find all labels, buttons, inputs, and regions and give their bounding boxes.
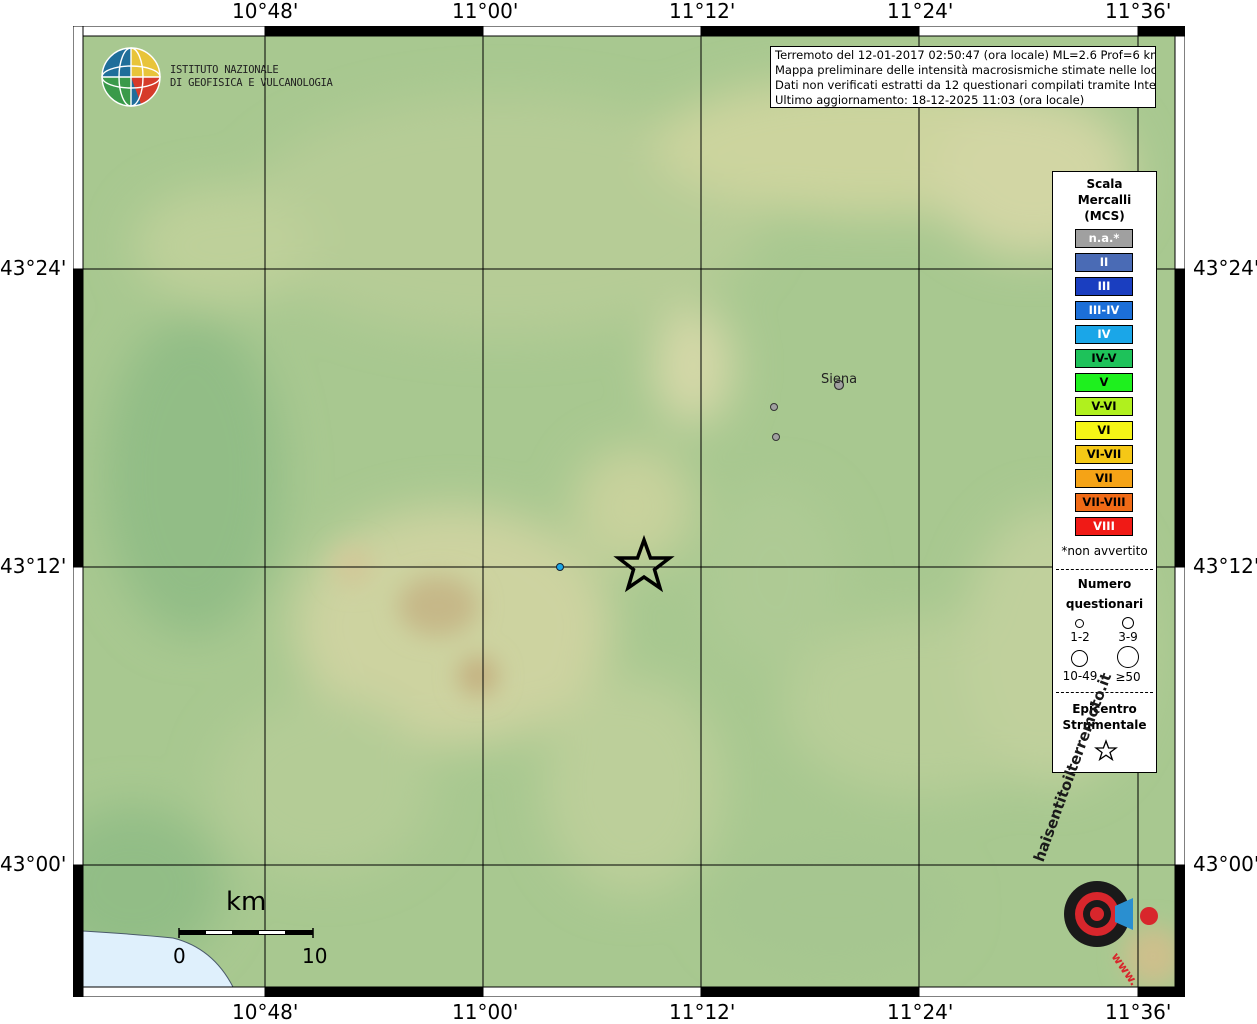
legend-note: *non avvertito <box>1061 544 1148 558</box>
scale-start-label: 0 <box>173 944 186 968</box>
map-svg <box>73 26 1185 997</box>
legend-chip: VI-VII <box>1075 445 1133 464</box>
epicenter-legend-star-icon <box>1094 739 1118 761</box>
legend-chip: VII <box>1075 469 1133 488</box>
y-label-right: 43°24' <box>1193 256 1257 280</box>
size-circle-large <box>1071 650 1088 667</box>
x-label-top: 11°36' <box>1105 0 1172 23</box>
legend-chip: IV-V <box>1075 349 1133 368</box>
size-circle-small <box>1075 619 1084 628</box>
legend-chip: V-VI <box>1075 397 1133 416</box>
y-label-left: 43°00' <box>0 852 67 876</box>
x-label-top: 11°00' <box>452 0 519 23</box>
x-label-top: 11°24' <box>887 0 954 23</box>
intensity-point-na <box>772 433 780 441</box>
legend-chip: VII-VIII <box>1075 493 1133 512</box>
legend-chip: VI <box>1075 421 1133 440</box>
info-line: Dati non verificati estratti da 12 quest… <box>775 78 1156 92</box>
legend-chip: IV <box>1075 325 1133 344</box>
x-label-bottom: 11°00' <box>452 1000 519 1024</box>
legend-chip: II <box>1075 253 1133 272</box>
x-label-bottom: 11°24' <box>887 1000 954 1024</box>
map-frame <box>73 26 1185 997</box>
count-title: Numero questionari <box>1065 577 1144 611</box>
x-label-top: 11°12' <box>669 0 736 23</box>
y-label-left: 43°12' <box>0 554 67 578</box>
x-label-bottom: 11°36' <box>1105 1000 1172 1024</box>
info-line: Terremoto del 12-01-2017 02:50:47 (ora l… <box>775 48 1156 62</box>
size-circle-xlarge <box>1117 646 1139 668</box>
legend-chip: III-IV <box>1075 301 1133 320</box>
legend-chip: III <box>1075 277 1133 296</box>
y-label-right: 43°00' <box>1193 852 1257 876</box>
x-label-bottom: 10°48' <box>232 1000 299 1024</box>
ingv-globe-icon <box>101 47 161 107</box>
x-label-bottom: 11°12' <box>669 1000 736 1024</box>
legend-chip: n.a.* <box>1075 229 1133 248</box>
info-line: Mappa preliminare delle intensità macros… <box>775 63 1156 77</box>
legend-title: Scala Mercalli (MCS) <box>1077 177 1132 223</box>
city-label-siena: Siena <box>821 372 858 387</box>
intensity-point-na <box>770 403 778 411</box>
earthquake-info-box: Terremoto del 12-01-2017 02:50:47 (ora l… <box>770 46 1156 108</box>
info-line: Ultimo aggiornamento: 18-12-2025 11:03 (… <box>775 93 1085 107</box>
intensity-point-iv <box>556 563 564 571</box>
y-label-left: 43°24' <box>0 256 67 280</box>
legend-chip: VIII <box>1075 517 1133 536</box>
count-label: 3-9 <box>1118 630 1138 644</box>
ingv-logo-text: ISTITUTO NAZIONALE DI GEOFISICA E VULCAN… <box>170 64 333 89</box>
size-circle-medium <box>1122 617 1134 629</box>
legend-chip: V <box>1075 373 1133 392</box>
count-label: 1-2 <box>1070 630 1090 644</box>
scale-end-label: 10 <box>302 944 328 968</box>
x-label-top: 10°48' <box>232 0 299 23</box>
scale-unit-label: km <box>226 887 267 917</box>
y-label-right: 43°12' <box>1193 554 1257 578</box>
